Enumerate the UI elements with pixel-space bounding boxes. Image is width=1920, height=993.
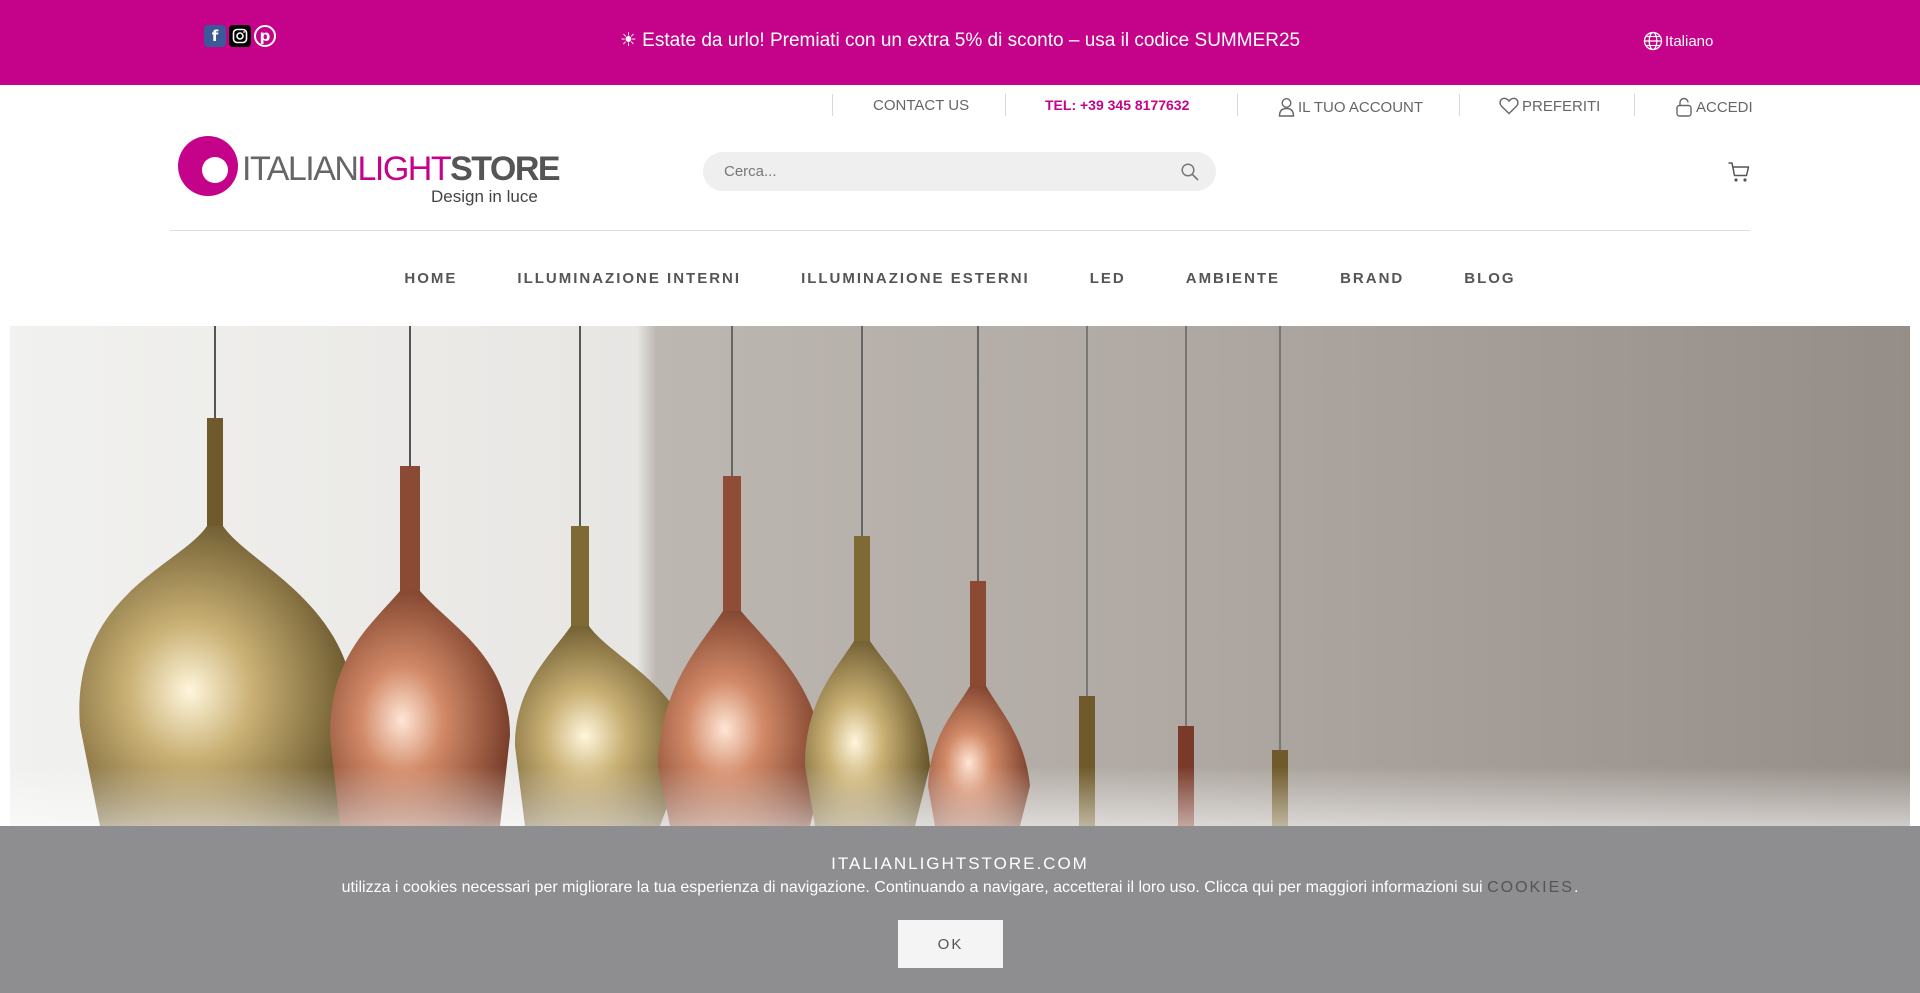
divider	[1005, 94, 1006, 116]
language-selector[interactable]: Italiano	[1643, 31, 1713, 51]
nav-item-home[interactable]: HOME	[404, 270, 457, 287]
favorites-link[interactable]: PREFERITI	[1499, 97, 1600, 115]
logo-light: LIGHT	[357, 150, 451, 188]
cart-button[interactable]	[1727, 160, 1751, 184]
logo-mark	[178, 136, 238, 196]
heart-icon	[1499, 97, 1519, 115]
phone-link[interactable]: TEL: +39 345 8177632	[1045, 97, 1189, 113]
divider	[1237, 94, 1238, 116]
utility-bar: CONTACT US TEL: +39 345 8177632 IL TUO A…	[0, 85, 1920, 125]
nav-item-illuminazione-esterni[interactable]: ILLUMINAZIONE ESTERNI	[801, 270, 1030, 287]
promo-bar: f p ☀ Estate da urlo! Premiati con un ex…	[0, 0, 1920, 85]
logo[interactable]: ITALIANLIGHTSTORE Design in luce	[178, 133, 561, 211]
contact-us-link[interactable]: CONTACT US	[873, 97, 969, 114]
login-label: ACCEDI	[1696, 98, 1753, 116]
lock-icon	[1676, 97, 1692, 117]
cookie-banner: ITALIANLIGHTSTORE.COM utilizza i cookies…	[0, 826, 1920, 993]
logo-store: STORE	[450, 150, 561, 188]
user-icon	[1278, 97, 1295, 117]
logo-wordmark: ITALIANLIGHTSTORE	[242, 150, 561, 189]
search-icon	[1181, 163, 1199, 181]
cookies-link[interactable]: COOKIES	[1487, 879, 1574, 896]
account-link[interactable]: IL TUO ACCOUNT	[1278, 97, 1423, 117]
divider	[832, 94, 833, 116]
nav-item-led[interactable]: LED	[1090, 270, 1126, 287]
login-link[interactable]: ACCEDI	[1675, 97, 1753, 117]
cookie-suffix: .	[1573, 879, 1579, 896]
favorites-label: PREFERITI	[1522, 97, 1601, 115]
cookie-message: utilizza i cookies necessari per miglior…	[0, 879, 1920, 897]
nav-item-ambiente[interactable]: AMBIENTE	[1186, 270, 1280, 287]
nav-item-illuminazione-interni[interactable]: ILLUMINAZIONE INTERNI	[517, 270, 741, 287]
logo-italian: ITALIAN	[242, 150, 359, 188]
divider	[1634, 94, 1635, 116]
divider	[1459, 94, 1460, 116]
header-divider	[170, 230, 1750, 231]
cookie-text: utilizza i cookies necessari per miglior…	[341, 879, 1488, 896]
account-label: IL TUO ACCOUNT	[1298, 98, 1424, 116]
main-nav: HOME ILLUMINAZIONE INTERNI ILLUMINAZIONE…	[0, 270, 1920, 287]
nav-item-blog[interactable]: BLOG	[1464, 270, 1515, 287]
hero-banner[interactable]	[10, 326, 1910, 826]
search-input[interactable]	[703, 152, 1173, 191]
search-bar	[703, 152, 1216, 191]
cart-icon	[1728, 162, 1750, 182]
search-button[interactable]	[1180, 162, 1200, 182]
hero-image	[10, 326, 1910, 826]
cookie-title: ITALIANLIGHTSTORE.COM	[831, 854, 1089, 873]
language-label: Italiano	[1665, 32, 1714, 50]
promo-message: ☀ Estate da urlo! Premiati con un extra …	[619, 30, 1301, 51]
nav-item-brand[interactable]: BRAND	[1340, 270, 1404, 287]
cookie-ok-button[interactable]: OK	[898, 920, 1003, 968]
globe-icon	[1643, 31, 1663, 51]
logo-tagline: Design in luce	[431, 187, 538, 206]
